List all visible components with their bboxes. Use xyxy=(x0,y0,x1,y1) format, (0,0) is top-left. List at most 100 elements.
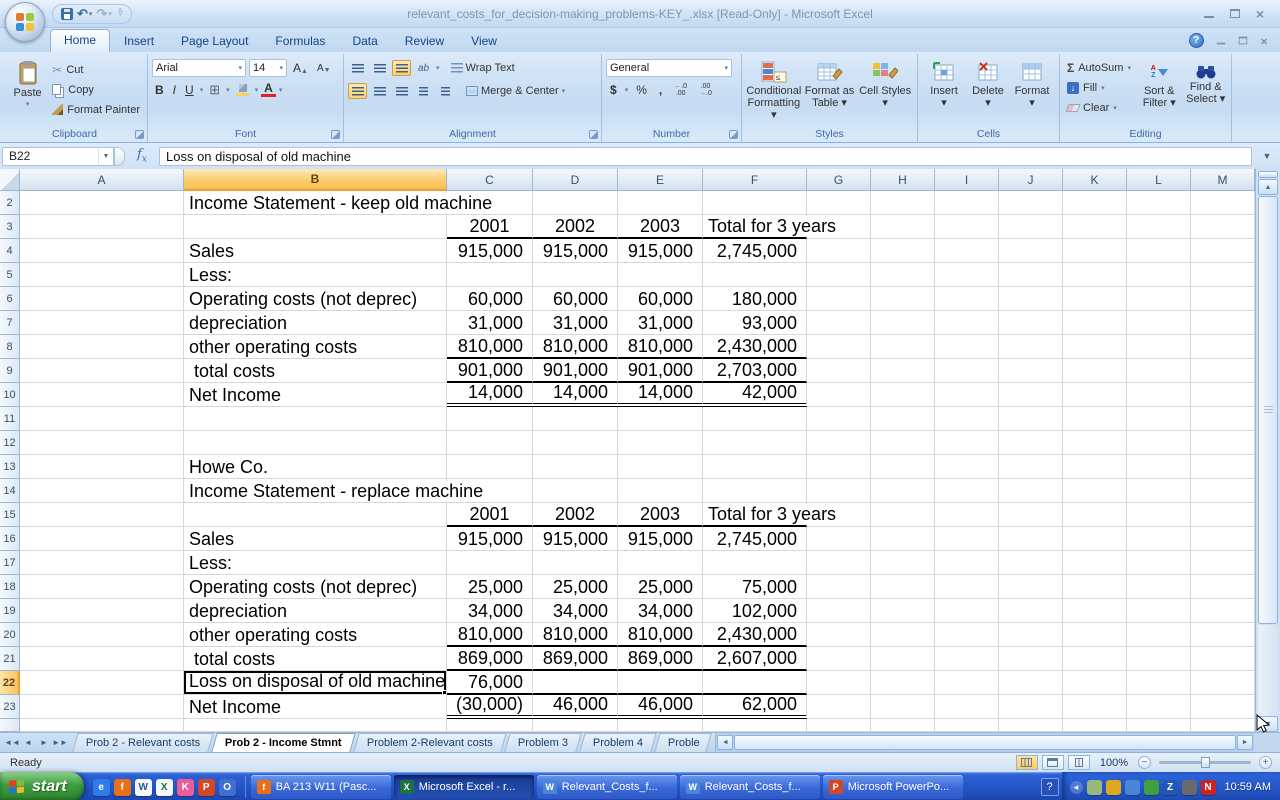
sheet-tab-proble[interactable]: Proble xyxy=(655,733,712,752)
cell-m11[interactable] xyxy=(1191,407,1255,431)
cell-i4[interactable] xyxy=(935,239,999,263)
cell-a19[interactable] xyxy=(20,599,184,623)
cell-l10[interactable] xyxy=(1127,383,1191,407)
tray-icon-blue-z[interactable]: Z xyxy=(1163,780,1178,795)
cell-i7[interactable] xyxy=(935,311,999,335)
cell-m3[interactable] xyxy=(1191,215,1255,239)
row-header-22[interactable]: 22 xyxy=(0,671,20,695)
cell-e11[interactable] xyxy=(618,407,703,431)
page-layout-view-button[interactable] xyxy=(1042,755,1064,770)
cell-f14[interactable] xyxy=(703,479,807,503)
cell-m19[interactable] xyxy=(1191,599,1255,623)
taskbar-button-relevant-costs-f[interactable]: WRelevant_Costs_f... xyxy=(537,775,677,799)
fill-button[interactable]: ↓Fill▾ xyxy=(1064,79,1134,96)
tray-icon-gold-shield[interactable] xyxy=(1106,780,1121,795)
cell-e17[interactable] xyxy=(618,551,703,575)
align-bottom-button[interactable] xyxy=(392,60,411,76)
delete-cells-button[interactable]: Delete▾ xyxy=(966,57,1010,126)
cell-e23[interactable]: 46,000 xyxy=(618,695,703,719)
cell-b9[interactable]: total costs xyxy=(184,359,447,383)
cell-l11[interactable] xyxy=(1127,407,1191,431)
cell-h7[interactable] xyxy=(871,311,935,335)
increase-decimal-button[interactable]: ←.0.00 xyxy=(670,83,691,97)
cell-m5[interactable] xyxy=(1191,263,1255,287)
cell-j8[interactable] xyxy=(999,335,1063,359)
minimize-button[interactable] xyxy=(1204,10,1214,18)
align-left-button[interactable] xyxy=(348,83,367,99)
cell-g5[interactable] xyxy=(807,263,871,287)
cell-k21[interactable] xyxy=(1063,647,1127,671)
cell-e7[interactable]: 31,000 xyxy=(618,311,703,335)
cell-f3[interactable]: Total for 3 years xyxy=(703,215,807,239)
cell-b17[interactable]: Less: xyxy=(184,551,447,575)
cell-i2[interactable] xyxy=(935,191,999,215)
cell-k14[interactable] xyxy=(1063,479,1127,503)
cell-j13[interactable] xyxy=(999,455,1063,479)
cell-l6[interactable] xyxy=(1127,287,1191,311)
cell-j17[interactable] xyxy=(999,551,1063,575)
zoom-slider-thumb[interactable] xyxy=(1201,757,1210,768)
cell-d3[interactable]: 2002 xyxy=(533,215,618,239)
cell-l13[interactable] xyxy=(1127,455,1191,479)
cell-h9[interactable] xyxy=(871,359,935,383)
cell-c5[interactable] xyxy=(447,263,533,287)
vertical-scrollbar-thumb[interactable] xyxy=(1258,196,1278,624)
zoom-out-button[interactable]: − xyxy=(1138,756,1151,769)
comma-style-button[interactable]: , xyxy=(655,83,666,97)
row-header-14[interactable]: 14 xyxy=(0,479,20,503)
cell-k6[interactable] xyxy=(1063,287,1127,311)
cell-l5[interactable] xyxy=(1127,263,1191,287)
cell-c7[interactable]: 31,000 xyxy=(447,311,533,335)
format-as-table-button[interactable]: Format as Table ▾ xyxy=(802,57,858,126)
cell-a17[interactable] xyxy=(20,551,184,575)
cell-g22[interactable] xyxy=(807,671,871,695)
cell-d4[interactable]: 915,000 xyxy=(533,239,618,263)
row-header-18[interactable]: 18 xyxy=(0,575,20,599)
select-all-corner[interactable] xyxy=(0,169,20,191)
tray-icon-red-n[interactable]: N xyxy=(1201,780,1216,795)
cell-k2[interactable] xyxy=(1063,191,1127,215)
powerpoint-icon[interactable]: P xyxy=(198,779,215,796)
decrease-decimal-button[interactable]: .00→.0 xyxy=(695,83,716,97)
cell-a13[interactable] xyxy=(20,455,184,479)
cell-a10[interactable] xyxy=(20,383,184,407)
cell-j3[interactable] xyxy=(999,215,1063,239)
row-header-7[interactable]: 7 xyxy=(0,311,20,335)
cell-h13[interactable] xyxy=(871,455,935,479)
taskbar-button-relevant-costs-f[interactable]: WRelevant_Costs_f... xyxy=(680,775,820,799)
row-header-19[interactable]: 19 xyxy=(0,599,20,623)
cell-h6[interactable] xyxy=(871,287,935,311)
cell-m12[interactable] xyxy=(1191,431,1255,455)
cell-k11[interactable] xyxy=(1063,407,1127,431)
cell-d2[interactable] xyxy=(533,191,618,215)
row-header-3[interactable]: 3 xyxy=(0,215,20,239)
workbook-close-button[interactable]: × xyxy=(1260,36,1267,45)
page-break-view-button[interactable] xyxy=(1068,755,1090,770)
cell-f15[interactable]: Total for 3 years xyxy=(703,503,807,527)
cell-f16[interactable]: 2,745,000 xyxy=(703,527,807,551)
next-sheet-button[interactable]: ► xyxy=(37,736,51,750)
row-header-23[interactable]: 23 xyxy=(0,695,20,719)
row-header-6[interactable]: 6 xyxy=(0,287,20,311)
ribbon-tab-data[interactable]: Data xyxy=(339,31,390,52)
cell-i23[interactable] xyxy=(935,695,999,719)
cell-f9[interactable]: 2,703,000 xyxy=(703,359,807,383)
formula-input[interactable]: Loss on disposal of old machine xyxy=(159,147,1252,166)
cell-g11[interactable] xyxy=(807,407,871,431)
name-box[interactable]: B22 ▼ xyxy=(2,147,114,166)
cell-i17[interactable] xyxy=(935,551,999,575)
column-header-c[interactable]: C xyxy=(447,169,533,191)
cell-b15[interactable] xyxy=(184,503,447,527)
cell-d20[interactable]: 810,000 xyxy=(533,623,618,647)
cell-j12[interactable] xyxy=(999,431,1063,455)
cell-k19[interactable] xyxy=(1063,599,1127,623)
cell-g20[interactable] xyxy=(807,623,871,647)
font-size-select[interactable]: 14▾ xyxy=(249,59,287,77)
cell-d11[interactable] xyxy=(533,407,618,431)
cell-g4[interactable] xyxy=(807,239,871,263)
cell-h8[interactable] xyxy=(871,335,935,359)
row-header-12[interactable]: 12 xyxy=(0,431,20,455)
wrap-text-button[interactable]: Wrap Text xyxy=(451,59,515,77)
cell-k15[interactable] xyxy=(1063,503,1127,527)
cell-h2[interactable] xyxy=(871,191,935,215)
